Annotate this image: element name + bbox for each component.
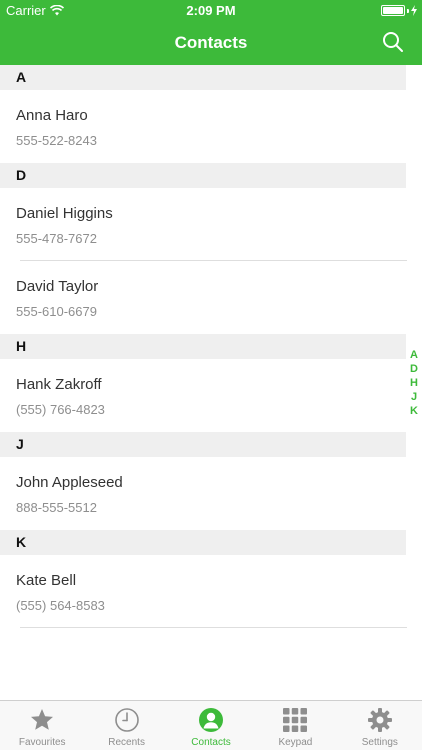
tab-label: Settings <box>361 737 398 748</box>
contact-row[interactable]: Anna Haro 555-522-8243 <box>0 90 422 163</box>
index-letter-d[interactable]: D <box>410 362 418 376</box>
section-header-h: H <box>0 334 406 359</box>
contact-name: Daniel Higgins <box>16 205 113 222</box>
tab-label: Contacts <box>191 737 231 748</box>
contact-phone: 888-555-5512 <box>16 500 97 515</box>
section-header-d: D <box>0 163 406 188</box>
contact-row[interactable]: David Taylor 555-610-6679 <box>0 261 422 334</box>
index-letter-j[interactable]: J <box>411 390 417 404</box>
contacts-screen: Carrier 2:09 PM Contacts A Anna Haro 555… <box>0 0 422 750</box>
contact-phone: 555-478-7672 <box>16 231 97 246</box>
status-bar: Carrier 2:09 PM <box>0 0 422 22</box>
search-icon[interactable] <box>382 31 404 53</box>
section-header-a: A <box>0 65 406 90</box>
contact-phone: 555-522-8243 <box>16 133 97 148</box>
gear-icon <box>367 708 392 732</box>
contact-row[interactable]: Hank Zakroff (555) 766-4823 <box>0 359 422 432</box>
row-divider <box>20 627 407 628</box>
tab-favourites[interactable]: Favourites <box>0 701 84 750</box>
keypad-icon <box>283 708 308 732</box>
contact-name: David Taylor <box>16 278 99 295</box>
contact-phone: (555) 564-8583 <box>16 598 105 613</box>
nav-header: Carrier 2:09 PM Contacts <box>0 0 422 65</box>
tab-contacts[interactable]: Contacts <box>169 701 253 750</box>
contact-name: Anna Haro <box>16 107 88 124</box>
contact-name: John Appleseed <box>16 474 123 491</box>
tab-label: Keypad <box>278 737 313 748</box>
contact-name: Hank Zakroff <box>16 376 102 393</box>
tab-label: Favourites <box>18 737 66 748</box>
contact-phone: (555) 766-4823 <box>16 402 105 417</box>
status-time: 2:09 PM <box>186 3 236 18</box>
index-letter-k[interactable]: K <box>410 404 418 418</box>
index-letter-h[interactable]: H <box>410 376 418 390</box>
person-icon <box>199 708 224 732</box>
section-index[interactable]: A D H J K <box>410 348 418 418</box>
contact-phone: 555-610-6679 <box>16 304 97 319</box>
contact-row[interactable]: Kate Bell (555) 564-8583 <box>0 555 422 628</box>
tab-settings[interactable]: Settings <box>338 701 422 750</box>
clock-icon <box>114 708 139 732</box>
page-title: Contacts <box>174 33 248 52</box>
tab-bar: Favourites Recents Contacts Keypad Setti… <box>0 700 422 750</box>
contact-name: Kate Bell <box>16 572 77 589</box>
index-letter-a[interactable]: A <box>410 348 418 362</box>
contact-row[interactable]: Daniel Higgins 555-478-7672 <box>0 188 422 261</box>
section-header-k: K <box>0 530 406 555</box>
tab-recents[interactable]: Recents <box>84 701 168 750</box>
contact-row[interactable]: John Appleseed 888-555-5512 <box>0 457 422 530</box>
star-icon <box>31 709 54 730</box>
charging-icon <box>411 5 417 16</box>
tab-label: Recents <box>108 737 145 748</box>
battery-icon <box>381 5 417 16</box>
section-header-j: J <box>0 432 406 457</box>
tab-keypad[interactable]: Keypad <box>253 701 337 750</box>
contact-list[interactable]: A Anna Haro 555-522-8243 D Daniel Higgin… <box>0 65 422 628</box>
